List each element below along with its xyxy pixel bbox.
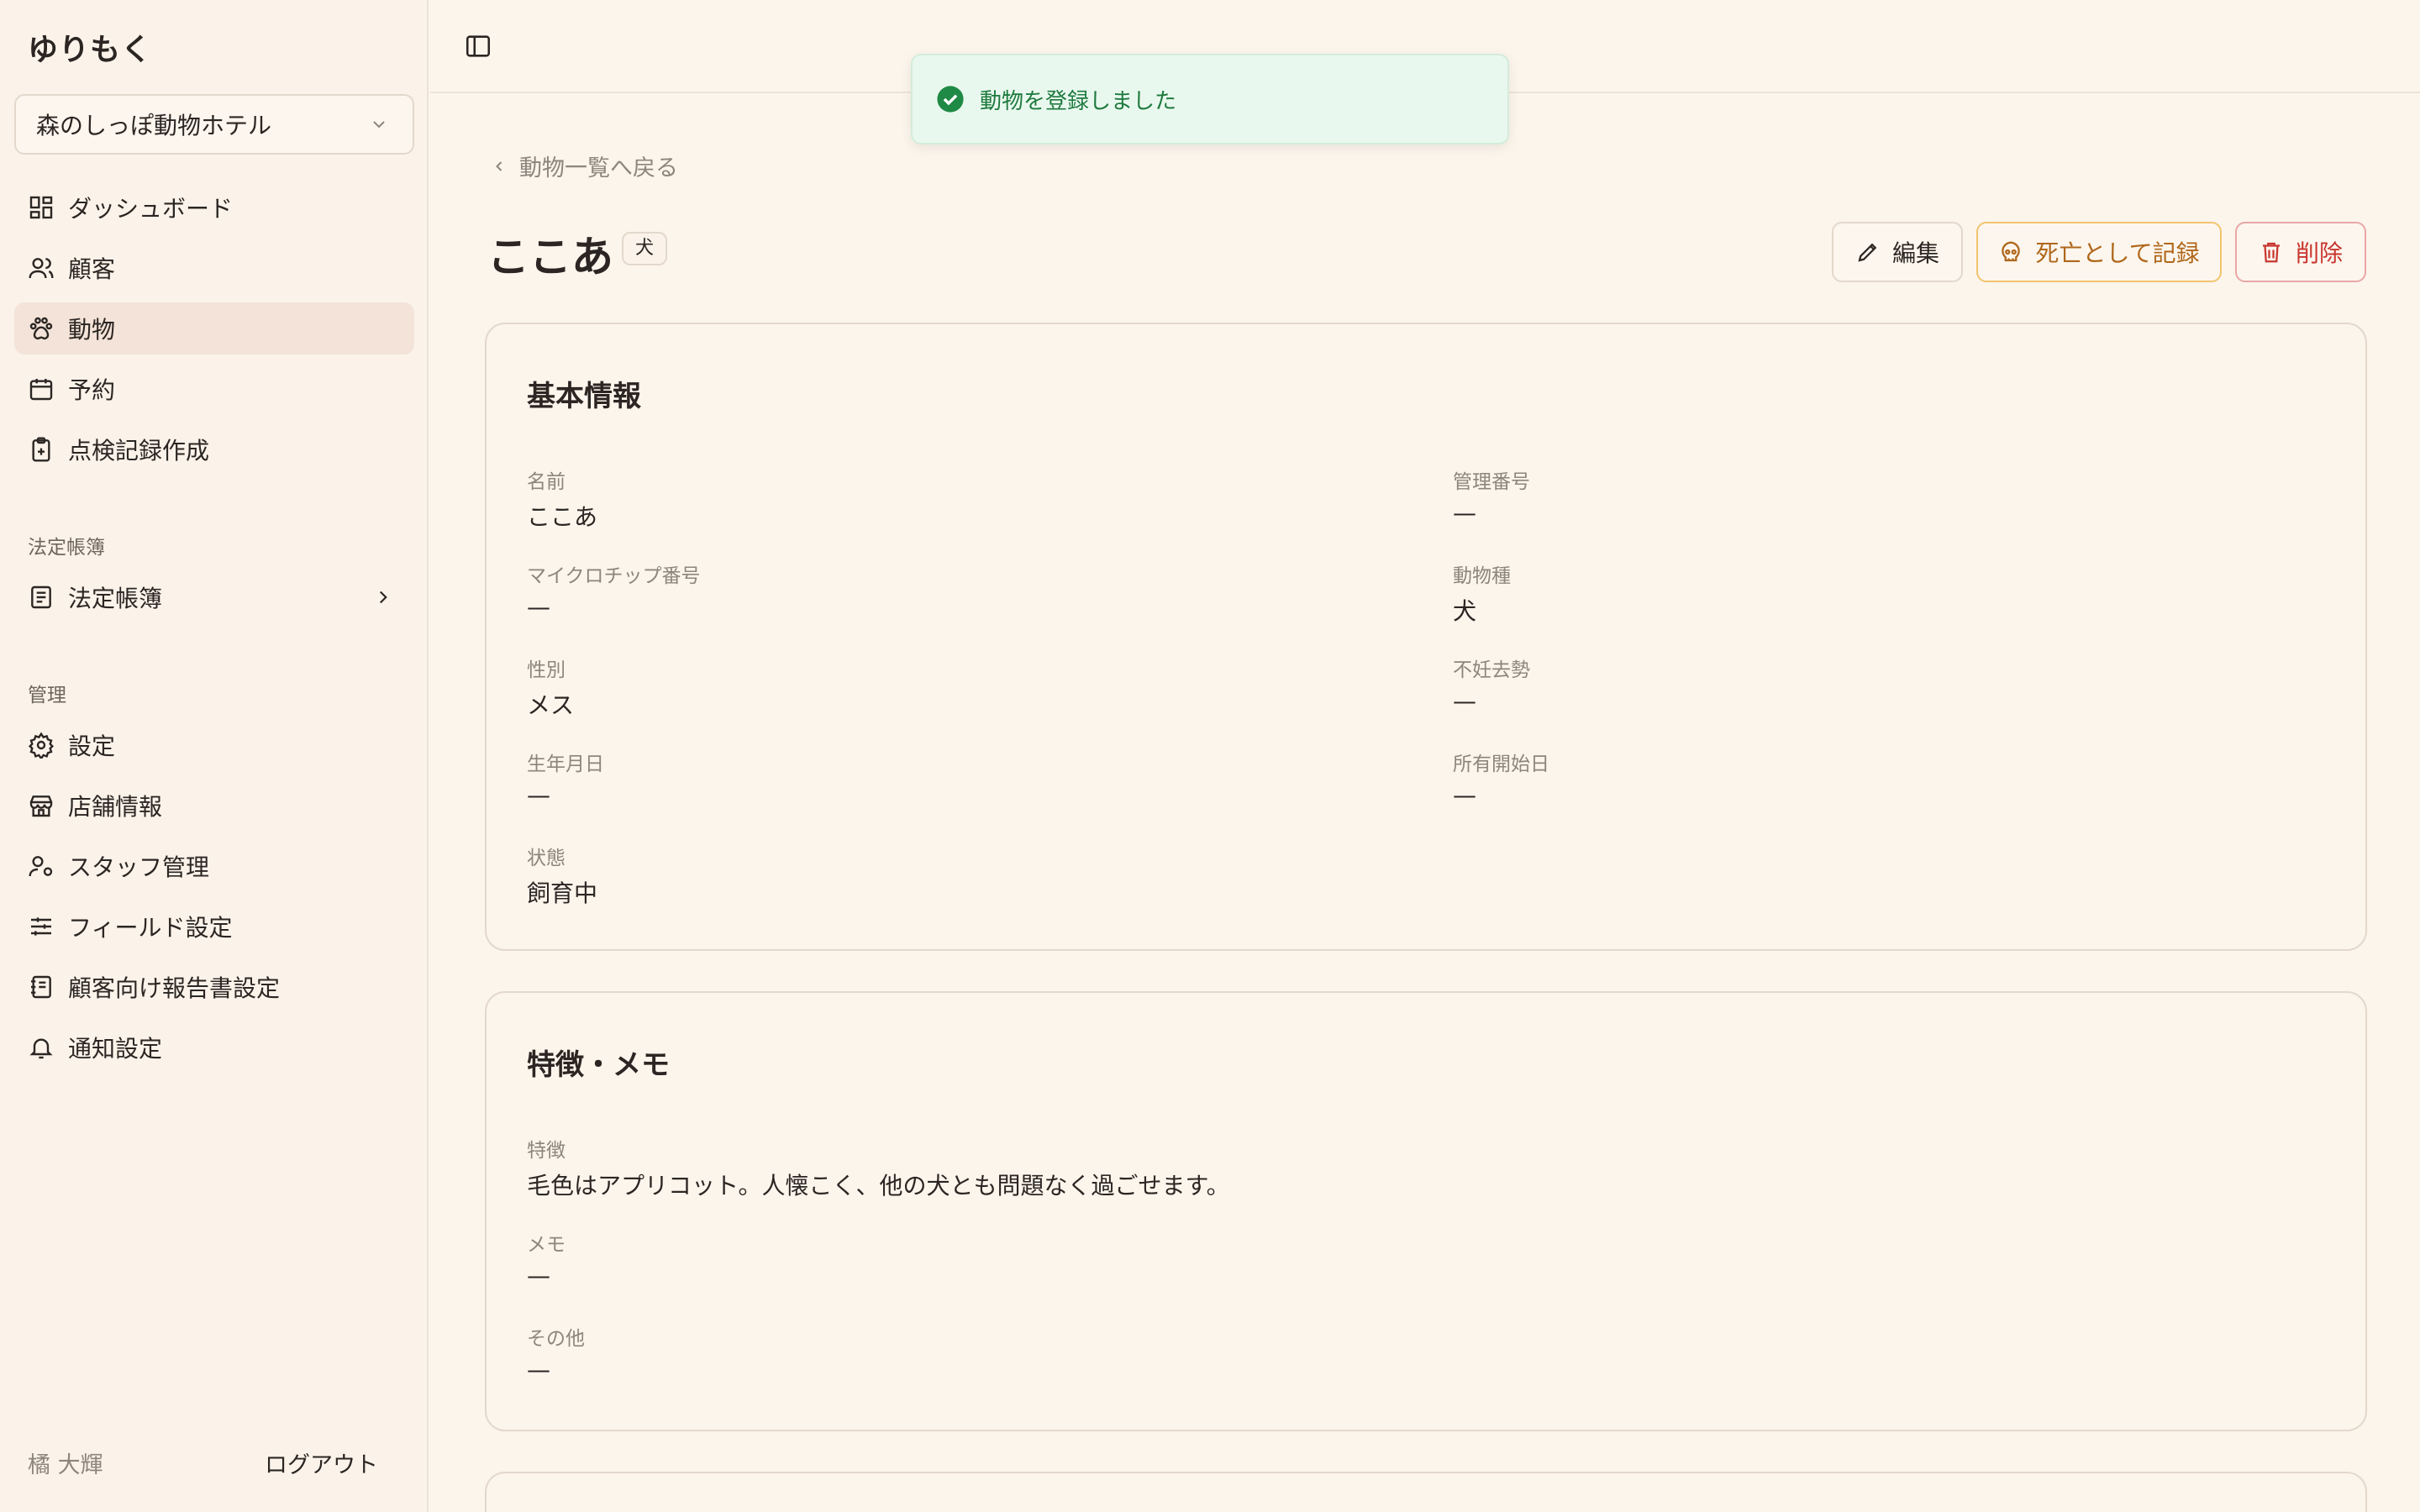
record-death-label: 死亡として記録 [2035, 239, 2200, 267]
sidebar-item-label: 顧客向け報告書設定 [68, 974, 281, 1002]
field-value: — [527, 1262, 550, 1289]
success-toast: 動物を登録しました [911, 54, 1509, 144]
edit-button[interactable]: 編集 [1832, 222, 1963, 282]
card-title: 基本情報 [527, 380, 641, 413]
field-label: マイクロチップ番号 [527, 565, 701, 587]
sidebar-toggle-icon[interactable] [464, 32, 492, 60]
field-value: 飼育中 [527, 879, 598, 907]
sidebar-item-label: 顧客 [68, 255, 116, 283]
logout-button[interactable]: ログアウト [265, 1446, 378, 1479]
back-link[interactable]: 動物一覧へ戻る [491, 150, 678, 182]
sidebar-item-label: 店舗情報 [68, 793, 163, 821]
sidebar-item-store-info[interactable]: 店舗情報 [14, 780, 414, 832]
paw-icon [29, 317, 53, 340]
sidebar-item-animals[interactable]: 動物 [14, 302, 414, 354]
field-value: — [527, 781, 550, 809]
sidebar: ゆりもく 森のしっぽ動物ホテル ダッシュボード 顧客 動物 予約 点検記録作成 … [0, 0, 429, 1512]
store-select[interactable]: 森のしっぽ動物ホテル [14, 94, 414, 155]
sidebar-item-label: 通知設定 [68, 1035, 163, 1063]
field-label: 動物種 [1453, 565, 1511, 587]
clipboard-plus-icon [32, 437, 50, 462]
field-label: 生年月日 [527, 753, 604, 775]
field-label: 名前 [527, 471, 566, 493]
card-title: 特徴・メモ [527, 1048, 670, 1082]
section-label-legal: 法定帳簿 [28, 537, 105, 559]
book-icon [31, 585, 51, 609]
species-badge: 犬 [622, 232, 668, 265]
record-death-button[interactable]: 死亡として記録 [1976, 222, 2222, 282]
sidebar-item-staff[interactable]: スタッフ管理 [14, 840, 414, 892]
dashboard-icon [29, 196, 53, 219]
field-label: メモ [527, 1234, 566, 1256]
section-label-admin: 管理 [28, 685, 66, 706]
features-card: 特徴・メモ 特徴 毛色はアプリコット。人懐こく、他の犬とも問題なく過ごせます。 … [485, 991, 2367, 1431]
calendar-icon [29, 379, 53, 401]
field-label: その他 [527, 1328, 585, 1350]
delete-button-label: 削除 [2295, 239, 2343, 267]
basic-info-card: 基本情報 名前 ここあ 管理番号 — マイクロチップ番号 — 動物種 犬 性別 … [485, 323, 2367, 951]
field-value: ここあ [527, 503, 598, 531]
field-label: 所有開始日 [1453, 753, 1549, 775]
field-label: 性別 [527, 659, 566, 681]
toast-message: 動物を登録しました [980, 88, 1177, 114]
chevron-left-icon [496, 160, 502, 171]
edit-button-label: 編集 [1891, 239, 1939, 267]
page-title: ここあ [487, 233, 613, 281]
field-value: — [527, 1356, 550, 1383]
store-select-value: 森のしっぽ動物ホテル [36, 112, 272, 139]
field-value: — [527, 593, 550, 621]
sidebar-item-report-settings[interactable]: 顧客向け報告書設定 [14, 961, 414, 1013]
sidebar-item-label: 設定 [68, 732, 116, 760]
users-icon [29, 258, 54, 279]
delete-button[interactable]: 削除 [2235, 222, 2366, 282]
field-value: — [1453, 687, 1476, 715]
field-value: 犬 [1453, 597, 1477, 625]
field-label: 不妊去勢 [1453, 659, 1530, 681]
back-link-label: 動物一覧へ戻る [519, 155, 678, 181]
sidebar-item-notifications[interactable]: 通知設定 [14, 1021, 414, 1074]
bell-icon [29, 1038, 53, 1059]
sidebar-item-inspection[interactable]: 点検記録作成 [14, 423, 414, 475]
sliders-icon [31, 917, 51, 936]
sidebar-item-label: 点検記録作成 [68, 437, 210, 465]
field-label: 管理番号 [1453, 471, 1530, 493]
check-circle-icon [937, 86, 964, 113]
chevron-right-icon [379, 591, 387, 604]
next-card [485, 1472, 2367, 1512]
sidebar-item-label: ダッシュボード [68, 195, 234, 223]
field-value: 毛色はアプリコット。人懐こく、他の犬とも問題なく過ごせます。 [527, 1172, 1230, 1200]
store-icon [29, 795, 53, 817]
field-label: 状態 [527, 848, 566, 869]
field-value: メス [527, 691, 575, 719]
sidebar-item-field-settings[interactable]: フィールド設定 [14, 900, 414, 953]
sidebar-item-label: 予約 [68, 376, 116, 404]
sidebar-item-legal-books[interactable]: 法定帳簿 [14, 571, 414, 623]
sidebar-item-settings[interactable]: 設定 [14, 719, 414, 771]
gear-icon [28, 732, 55, 759]
field-label: 特徴 [527, 1140, 566, 1162]
user-name: 橘 大輝 [28, 1452, 103, 1478]
user-cog-icon [29, 856, 53, 877]
pencil-icon [1858, 243, 1877, 262]
trash-icon [2262, 242, 2280, 263]
notebook-icon [31, 975, 51, 999]
sidebar-item-label: フィールド設定 [68, 914, 233, 942]
sidebar-item-label: スタッフ管理 [68, 853, 210, 881]
brand-logo[interactable]: ゆりもく [28, 25, 152, 69]
sidebar-item-label: 動物 [68, 316, 116, 344]
skull-icon [2002, 241, 2021, 262]
sidebar-item-dashboard[interactable]: ダッシュボード [14, 181, 414, 234]
sidebar-item-reservations[interactable]: 予約 [14, 363, 414, 415]
field-value: — [1453, 781, 1476, 809]
chevron-down-icon [373, 121, 385, 129]
sidebar-item-label: 法定帳簿 [68, 585, 163, 612]
field-value: — [1453, 499, 1476, 527]
sidebar-item-customers[interactable]: 顧客 [14, 242, 414, 294]
